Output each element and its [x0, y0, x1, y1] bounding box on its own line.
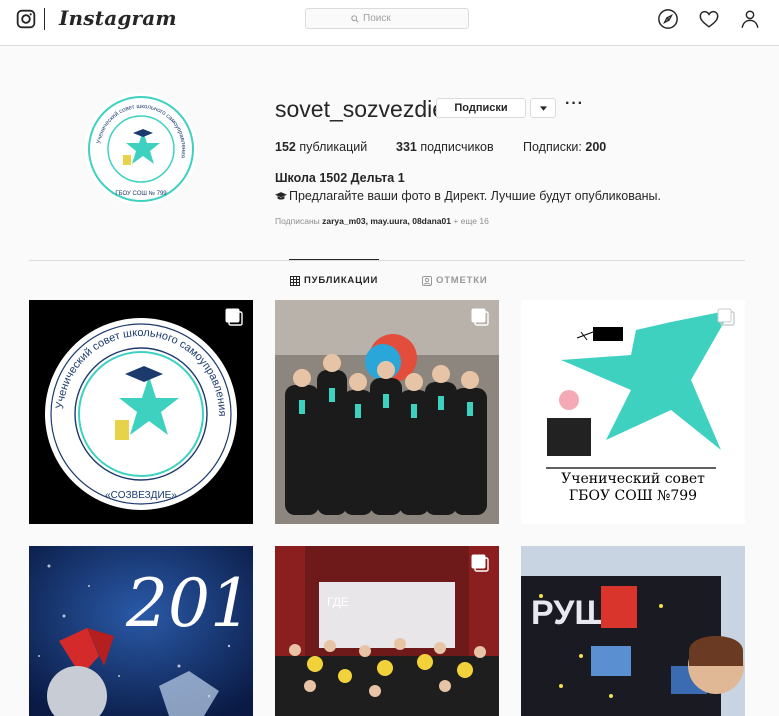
person-icon[interactable]	[739, 8, 761, 30]
profile-bio: Предлагайте ваши фото в Директ. Лучшие б…	[275, 189, 661, 204]
post-6-letters: РУШ	[531, 594, 609, 632]
post-1-bottom-text: «СОЗВЕЗДИЕ»	[105, 490, 177, 501]
tagged-icon	[422, 275, 432, 286]
post-4-image: 201	[29, 546, 253, 716]
post-tile[interactable]: Ученический совет ГБОУ СОШ №799	[521, 300, 745, 524]
post-tile[interactable]: 201	[29, 546, 253, 716]
nav-divider	[44, 8, 45, 30]
post-1-image: Ученический совет школьного самоуправлен…	[45, 318, 237, 510]
search-box[interactable]	[305, 8, 469, 29]
post-tile[interactable]	[275, 300, 499, 524]
carousel-icon	[717, 308, 735, 326]
post-4-text: 201	[125, 565, 252, 642]
following-stat[interactable]: Подписки: 200	[523, 140, 606, 154]
followers-stat[interactable]: 331 подписчиков	[396, 140, 494, 154]
search-input[interactable]	[363, 13, 423, 24]
profile-avatar[interactable]: Ученический совет школьного самоуправлен…	[85, 93, 197, 205]
top-nav: Instagram	[0, 0, 779, 46]
post-2-image	[275, 300, 499, 524]
following-button[interactable]: Подписки	[436, 98, 526, 118]
more-options-button[interactable]: ···	[565, 95, 584, 113]
avatar-bottom-text: ГБОУ СОШ № 799	[115, 190, 167, 197]
tab-posts[interactable]: ПУБЛИКАЦИИ	[290, 275, 378, 286]
post-5-image: ГДЕ	[275, 546, 499, 716]
followed-by[interactable]: Подписаны zarya_m03, may.uura, 08dana01 …	[275, 216, 489, 226]
active-tab-indicator	[289, 259, 379, 260]
post-3-image: Ученический совет ГБОУ СОШ №799	[546, 310, 731, 504]
profile-username: sovet_sozvezdie	[275, 96, 446, 122]
graduation-cap-icon	[275, 190, 287, 204]
instagram-glyph-icon[interactable]	[16, 9, 36, 29]
bio-text: Предлагайте ваши фото в Директ. Лучшие б…	[289, 189, 662, 203]
post-tile[interactable]: РУШ	[521, 546, 745, 716]
avatar-logo: Ученический совет школьного самоуправлен…	[86, 94, 196, 204]
tabs-divider	[29, 260, 745, 261]
grid-icon	[290, 275, 300, 286]
heart-icon[interactable]	[698, 8, 720, 30]
carousel-icon	[471, 308, 489, 326]
carousel-icon	[225, 308, 243, 326]
post-5-screen-text: ГДЕ	[327, 595, 349, 609]
caret-down-icon	[539, 105, 547, 111]
post-tile[interactable]: ГДЕ	[275, 546, 499, 716]
tab-tagged[interactable]: ОТМЕТКИ	[422, 275, 487, 286]
profile-full-name: Школа 1502 Дельта 1	[275, 171, 405, 185]
post-3-line2: ГБОУ СОШ №799	[569, 488, 697, 504]
post-tile[interactable]: Ученический совет школьного самоуправлен…	[29, 300, 253, 524]
post-6-image: РУШ	[521, 546, 745, 716]
instagram-wordmark[interactable]: Instagram	[59, 6, 177, 30]
search-icon	[351, 14, 359, 23]
compass-icon[interactable]	[657, 8, 679, 30]
posts-stat: 152 публикаций	[275, 140, 368, 154]
post-3-line1: Ученический совет	[561, 471, 705, 487]
carousel-icon	[471, 554, 489, 572]
suggestions-dropdown-button[interactable]	[530, 98, 556, 118]
